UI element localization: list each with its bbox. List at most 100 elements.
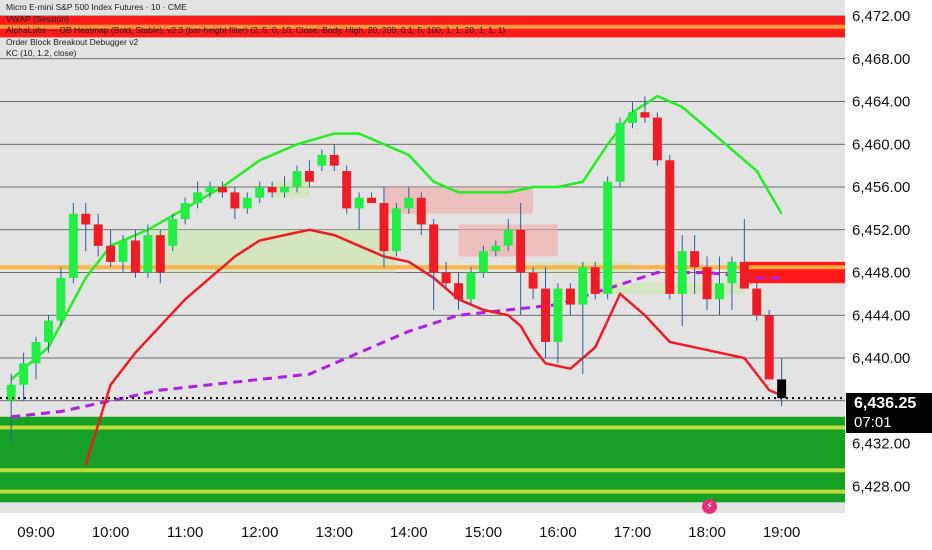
candle-body — [93, 224, 103, 246]
candle — [68, 203, 78, 284]
price-axis-label: 6,464.00 — [852, 94, 910, 111]
candle-body — [379, 203, 389, 252]
time-axis-label: 12:00 — [241, 524, 279, 541]
candle-body — [267, 187, 277, 193]
candle-body — [739, 261, 749, 289]
candle-body — [454, 283, 464, 300]
candle-body — [516, 229, 526, 273]
candle — [590, 261, 600, 300]
time-axis-label: 16:00 — [539, 524, 577, 541]
supply-zone — [744, 261, 845, 284]
time-axis-label: 14:00 — [390, 524, 428, 541]
candle-body — [317, 154, 327, 166]
candle-body — [590, 267, 600, 294]
candle-body — [764, 315, 774, 380]
candle-body — [665, 160, 675, 294]
candle-body — [429, 224, 439, 273]
candle-body — [752, 288, 762, 316]
time-axis-label: 19:00 — [763, 524, 801, 541]
candle-body — [466, 272, 476, 300]
candle-body — [441, 272, 451, 284]
candle — [342, 165, 352, 214]
candle-body — [404, 197, 414, 209]
candle-body — [180, 203, 190, 220]
legend-ob-heatmap[interactable]: AlphaLabs — OB Heatmap (Bold, Stable), v… — [6, 25, 505, 37]
candle-body — [640, 112, 650, 118]
legend-symbol-title[interactable]: Micro E-mini S&P 500 Index Futures · 10 … — [6, 2, 505, 14]
candle-body — [615, 122, 625, 182]
candle — [652, 112, 662, 166]
price-axis-label: 6,448.00 — [852, 265, 910, 282]
legend-ob-debugger[interactable]: Order Block Breakout Debugger v2 — [6, 37, 505, 49]
time-axis-label: 15:00 — [465, 524, 503, 541]
candle-body — [19, 363, 29, 385]
candle-body — [168, 219, 178, 246]
last-price-tag: 6,436.25 07:01 — [846, 393, 932, 433]
candle-body — [81, 213, 91, 225]
candle-body — [391, 208, 401, 252]
time-axis-label: 11:00 — [167, 524, 203, 541]
candle-body — [491, 245, 501, 252]
time-axis-label: 10:00 — [92, 524, 130, 541]
candle — [615, 117, 625, 188]
time-axis-label: 09:00 — [17, 524, 55, 541]
candle-body — [702, 267, 712, 300]
candle-body — [416, 197, 426, 225]
candle-body — [304, 171, 314, 182]
candle-body — [217, 187, 227, 193]
candle — [168, 213, 178, 252]
candle-body — [31, 342, 41, 364]
candle-body — [193, 192, 203, 204]
candle-body — [342, 171, 352, 209]
candle-body — [541, 288, 550, 342]
chart-legend: Micro E-mini S&P 500 Index Futures · 10 … — [6, 2, 505, 60]
candle — [466, 267, 476, 305]
candle — [603, 176, 613, 300]
price-axis-label: 6,428.00 — [852, 478, 910, 495]
candle-body — [292, 171, 302, 188]
candle-body — [68, 213, 78, 278]
candle-body — [777, 379, 787, 399]
candle-body — [205, 187, 215, 193]
lightning-icon[interactable]: ⚡ — [702, 499, 717, 514]
demand-zone — [0, 416, 845, 503]
price-axis-label: 6,452.00 — [852, 222, 910, 239]
candle — [764, 309, 774, 380]
bar-countdown: 07:01 — [854, 414, 892, 431]
candle-body — [727, 261, 737, 284]
candle-body — [553, 288, 563, 342]
candle-body — [56, 277, 66, 321]
candle-body — [478, 251, 488, 273]
price-axis-label: 6,456.00 — [852, 179, 910, 196]
candle — [665, 154, 675, 300]
candle-body — [677, 251, 687, 294]
candle-body — [130, 240, 140, 273]
candle-body — [528, 272, 538, 289]
price-axis-label: 6,444.00 — [852, 307, 910, 324]
candle-body — [603, 181, 613, 294]
candle-body — [280, 187, 290, 193]
price-axis-label: 6,432.00 — [852, 436, 910, 453]
candle — [391, 203, 401, 257]
candle-body — [367, 197, 377, 204]
candle-body — [118, 240, 128, 262]
candle-body — [565, 288, 575, 305]
time-axis-label: 13:00 — [315, 524, 353, 541]
price-axis-label: 6,468.00 — [852, 51, 910, 68]
candle-body — [329, 154, 339, 166]
candle-body — [242, 197, 252, 209]
candle-body — [43, 320, 53, 342]
price-axis-label: 6,472.00 — [852, 8, 910, 25]
candle-body — [715, 283, 724, 300]
last-price-value: 6,436.25 — [854, 395, 917, 412]
candle-body — [155, 235, 165, 273]
demand-zone — [272, 181, 310, 198]
price-axis-label: 6,440.00 — [852, 350, 910, 367]
candle-body — [628, 112, 637, 123]
legend-vwap[interactable]: VWAP (Session) — [6, 14, 505, 26]
candle-body — [143, 235, 153, 273]
candlestick-chart[interactable]: 6,428.006,432.006,436.006,440.006,444.00… — [0, 0, 932, 550]
legend-keltner-channel[interactable]: KC (10, 1.2, close) — [6, 48, 505, 60]
candle-body — [230, 192, 240, 209]
candle-body — [578, 267, 588, 305]
